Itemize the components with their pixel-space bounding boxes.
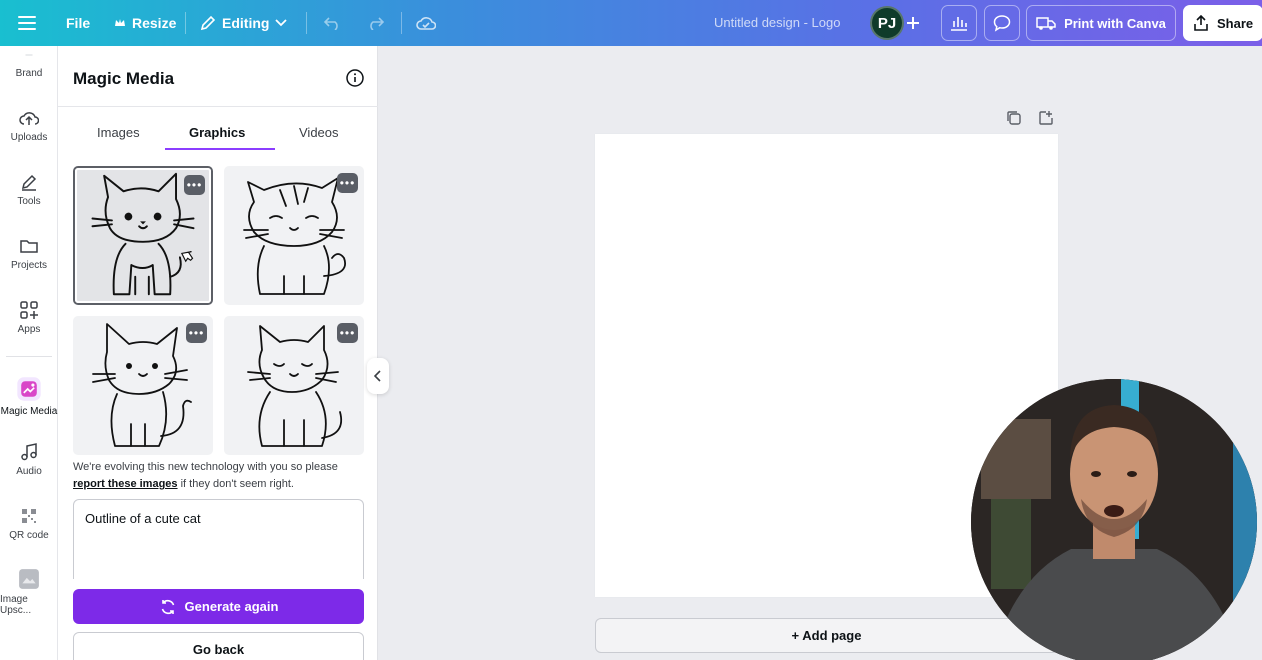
rail-label: Uploads bbox=[10, 132, 48, 143]
rail-label: Brand bbox=[15, 68, 43, 79]
undo-button[interactable] bbox=[324, 0, 342, 46]
rail-item-projects[interactable]: Projects bbox=[0, 236, 58, 271]
avatar[interactable]: PJ bbox=[870, 6, 904, 40]
rail-item-image-upscaler[interactable]: Image Upsc... bbox=[0, 568, 58, 616]
rail-item-apps[interactable]: Apps bbox=[0, 300, 58, 335]
graphic-result-1[interactable]: ••• bbox=[73, 166, 213, 305]
comments-button[interactable] bbox=[984, 5, 1020, 41]
tab-videos[interactable]: Videos bbox=[299, 125, 339, 140]
graphic-result-3[interactable]: ••• bbox=[73, 316, 213, 455]
apps-icon bbox=[20, 301, 38, 319]
divider bbox=[185, 12, 186, 34]
editing-label: Editing bbox=[222, 15, 270, 31]
redo-icon bbox=[370, 17, 384, 30]
add-page-button[interactable]: + Add page bbox=[595, 618, 1058, 653]
graphic-result-4[interactable]: ••• bbox=[224, 316, 364, 455]
more-options-button[interactable]: ••• bbox=[337, 173, 358, 193]
share-button[interactable]: Share bbox=[1183, 5, 1262, 41]
comment-icon bbox=[993, 15, 1011, 32]
insights-button[interactable] bbox=[941, 5, 977, 41]
graphic-result-2[interactable]: ••• bbox=[224, 166, 364, 305]
file-menu[interactable]: File bbox=[66, 0, 90, 46]
resize-label: Resize bbox=[132, 15, 177, 31]
cloud-sync-button[interactable] bbox=[416, 0, 436, 46]
duplicate-page-icon[interactable] bbox=[1005, 109, 1023, 127]
report-images-link[interactable]: report these images bbox=[73, 478, 178, 490]
refresh-icon bbox=[161, 599, 174, 614]
header-divider bbox=[58, 106, 378, 107]
tab-graphics[interactable]: Graphics bbox=[189, 125, 245, 140]
disclaimer-text: We're evolving this new technology with … bbox=[73, 459, 373, 493]
go-back-button[interactable]: Go back bbox=[73, 632, 364, 660]
info-icon[interactable] bbox=[345, 68, 365, 88]
left-nav-rail: Brand Uploads Tools Projects Apps Magic … bbox=[0, 46, 58, 660]
file-label: File bbox=[66, 15, 91, 31]
bar-chart-icon bbox=[951, 17, 967, 31]
add-page-icon[interactable] bbox=[1037, 109, 1055, 127]
rail-label: Tools bbox=[17, 196, 41, 207]
disclaimer-line: We're evolving this new technology with … bbox=[73, 461, 338, 473]
rail-label: Projects bbox=[10, 260, 48, 271]
folder-icon bbox=[20, 240, 38, 253]
tab-images[interactable]: Images bbox=[97, 125, 140, 140]
chevron-left-icon bbox=[374, 370, 381, 382]
active-tab-indicator bbox=[165, 148, 275, 150]
pencil-icon bbox=[200, 15, 216, 31]
more-options-button[interactable]: ••• bbox=[337, 323, 358, 343]
more-options-button[interactable]: ••• bbox=[186, 323, 207, 343]
print-with-canva-button[interactable]: Print with Canva bbox=[1026, 5, 1176, 41]
collapse-panel-button[interactable] bbox=[367, 358, 389, 394]
share-icon bbox=[1194, 15, 1208, 31]
menu-button[interactable] bbox=[18, 0, 36, 46]
cloud-check-icon bbox=[416, 17, 436, 30]
webcam-overlay bbox=[971, 379, 1257, 660]
magic-media-icon bbox=[17, 377, 41, 401]
rail-item-magic-media[interactable]: Magic Media bbox=[0, 376, 58, 417]
top-toolbar: File Resize Editing Untitled design - Lo… bbox=[0, 0, 1262, 46]
rail-divider bbox=[6, 356, 52, 357]
pen-icon bbox=[21, 174, 37, 191]
cloud-upload-icon bbox=[19, 112, 39, 125]
editing-mode-button[interactable]: Editing bbox=[200, 0, 288, 46]
rail-label: Image Upsc... bbox=[0, 594, 32, 616]
share-label: Share bbox=[1217, 15, 1254, 31]
prompt-input[interactable]: Outline of a cute cat bbox=[73, 499, 364, 579]
chevron-down-icon bbox=[275, 19, 288, 27]
invite-button[interactable] bbox=[906, 0, 920, 46]
rail-item-tools[interactable]: Tools bbox=[0, 172, 58, 207]
print-label: Print with Canva bbox=[1064, 15, 1166, 31]
presenter-video-image bbox=[971, 379, 1257, 660]
magic-media-panel: Magic Media Images Graphics Videos ••• •… bbox=[58, 46, 378, 660]
more-options-button[interactable]: ••• bbox=[184, 175, 205, 195]
rail-item-audio[interactable]: Audio bbox=[0, 442, 58, 477]
resize-button[interactable]: Resize bbox=[114, 0, 176, 46]
rail-label: Magic Media bbox=[0, 406, 58, 417]
undo-icon bbox=[324, 17, 338, 30]
rail-item-uploads[interactable]: Uploads bbox=[0, 108, 58, 143]
divider bbox=[401, 12, 402, 34]
generate-again-button[interactable]: Generate again bbox=[73, 589, 364, 624]
redo-button[interactable] bbox=[366, 0, 384, 46]
crown-icon bbox=[115, 19, 125, 26]
design-title[interactable]: Untitled design - Logo bbox=[714, 15, 840, 30]
rail-label: Apps bbox=[17, 324, 41, 335]
rail-label: QR code bbox=[9, 530, 49, 541]
plus-icon bbox=[907, 17, 919, 29]
panel-title: Magic Media bbox=[73, 69, 175, 88]
rail-item-qr-code[interactable]: QR code bbox=[0, 506, 58, 541]
generate-label: Generate again bbox=[184, 599, 279, 614]
divider bbox=[306, 12, 307, 34]
brand-icon bbox=[25, 54, 33, 56]
disclaimer-tail: if they don't seem right. bbox=[177, 478, 294, 490]
qr-code-icon bbox=[22, 509, 36, 523]
rail-label: Audio bbox=[16, 466, 42, 477]
rail-item-brand[interactable]: Brand bbox=[0, 54, 58, 79]
truck-icon bbox=[1036, 17, 1056, 30]
image-upscaler-icon bbox=[19, 569, 39, 589]
music-note-icon bbox=[21, 443, 37, 461]
hamburger-icon bbox=[18, 16, 36, 30]
